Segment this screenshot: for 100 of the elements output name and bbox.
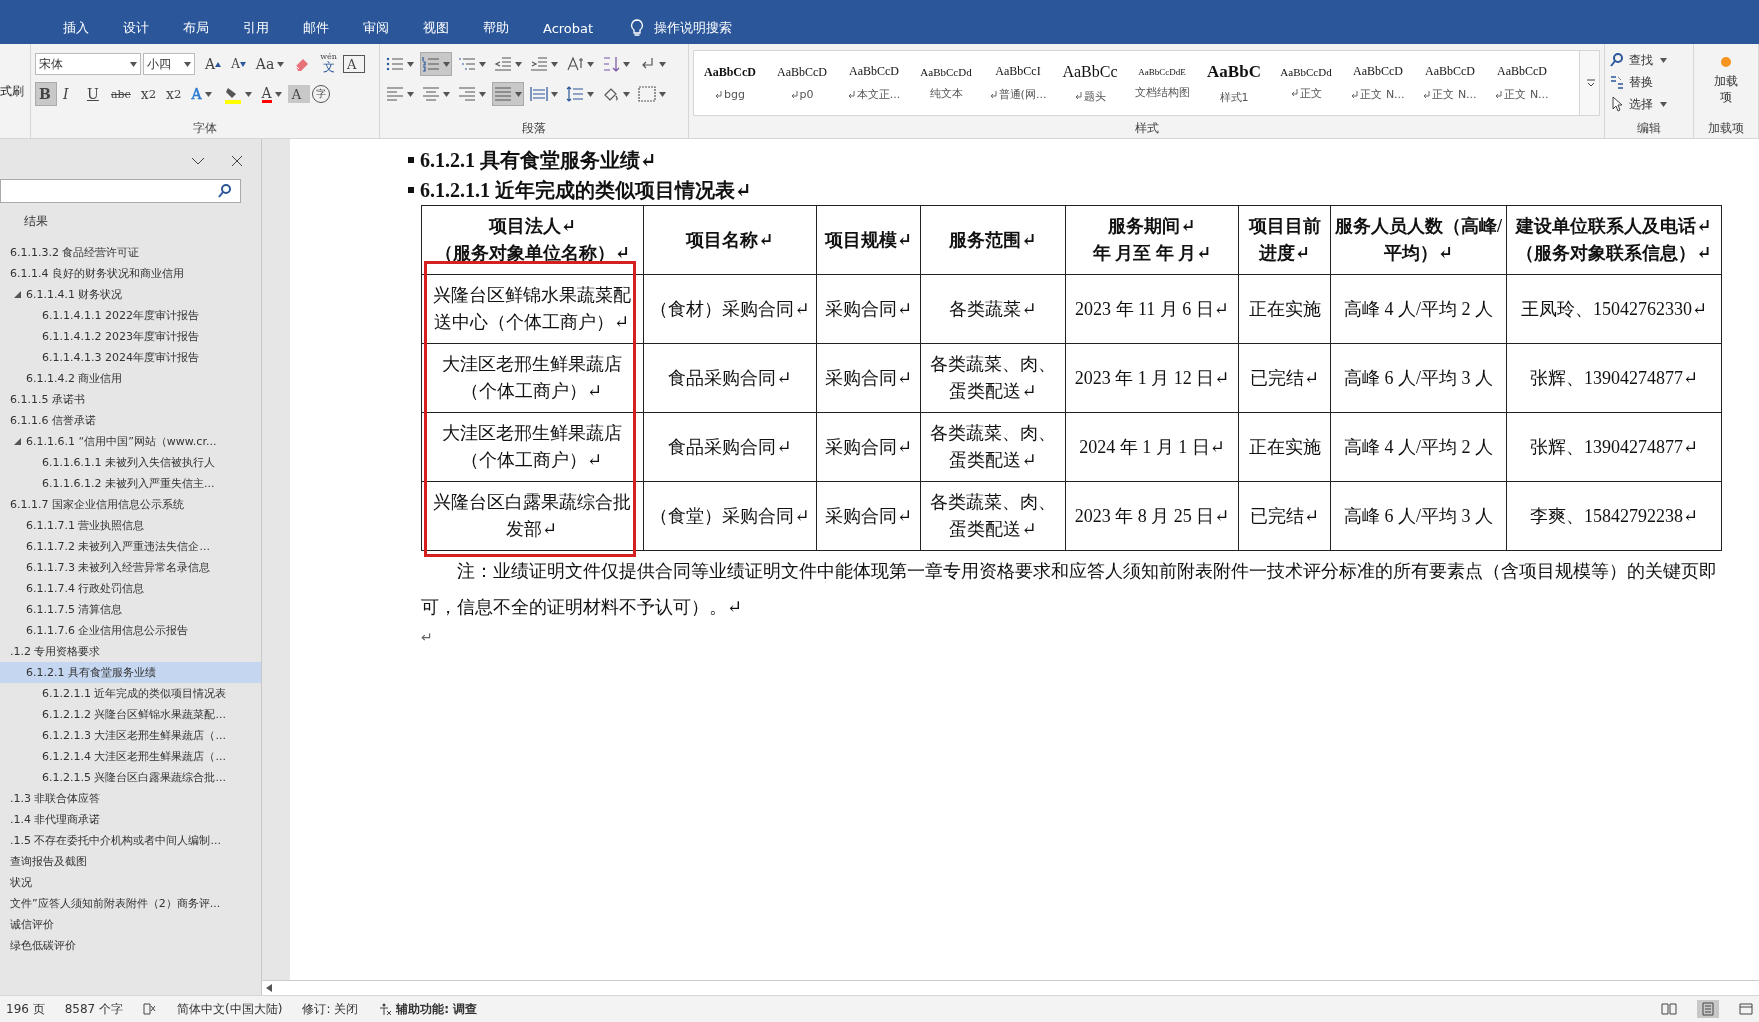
- replace-button[interactable]: 替换: [1609, 72, 1689, 92]
- nav-heading-item[interactable]: 6.1.1.4.1.1 2022年度审计报告: [0, 305, 261, 326]
- ribbon-tab[interactable]: 帮助: [466, 12, 526, 44]
- nav-heading-item[interactable]: 6.1.2.1.4 大洼区老邢生鲜果蔬店（...: [0, 746, 261, 767]
- nav-heading-item[interactable]: 6.1.1.6 信誉承诺: [0, 410, 261, 431]
- expanded-triangle-icon[interactable]: [14, 438, 21, 445]
- table-cell: 正在实施: [1248, 298, 1321, 319]
- results-tab[interactable]: 结果: [0, 203, 261, 242]
- word-count[interactable]: 8587 个字: [64, 1000, 124, 1018]
- page-count[interactable]: 196 页: [6, 1000, 45, 1018]
- proofing-icon[interactable]: [143, 1003, 158, 1015]
- ribbon-tab[interactable]: 插入: [46, 12, 106, 44]
- table-cell: 高峰 6 人/平均 3 人: [1344, 367, 1493, 388]
- nav-heading-item[interactable]: 6.1.1.6.1.2 未被列入严重失信主...: [0, 473, 261, 494]
- nav-heading-item[interactable]: .1.2 专用资格要求: [0, 641, 261, 662]
- read-mode-icon[interactable]: [1661, 1003, 1677, 1015]
- nav-heading-item[interactable]: 6.1.1.4.1.3 2024年度审计报告: [0, 347, 261, 368]
- nav-heading-item[interactable]: 6.1.1.6.1.1 未被列入失信被执行人: [0, 452, 261, 473]
- ribbon-tab[interactable]: 邮件: [286, 12, 346, 44]
- style-item[interactable]: AaBbCcDdE 文档结构图: [1126, 51, 1198, 115]
- web-layout-icon[interactable]: [1739, 1003, 1753, 1015]
- up-triangle-icon: [215, 61, 222, 67]
- ribbon-tab[interactable]: 视图: [406, 12, 466, 44]
- style-item[interactable]: AaBbCcD p0: [766, 51, 838, 115]
- nav-heading-item[interactable]: 6.1.1.4 良好的财务状况和商业信用: [0, 263, 261, 284]
- nav-heading-item[interactable]: 6.1.1.7.5 清算信息: [0, 599, 261, 620]
- character-shading-button[interactable]: A: [287, 85, 310, 103]
- horizontal-scrollbar[interactable]: [262, 980, 1759, 995]
- close-icon[interactable]: [231, 155, 243, 167]
- style-item[interactable]: AaBbCcD 正文 N...: [1486, 51, 1558, 115]
- nav-heading-item[interactable]: 6.1.1.4.1 财务状况: [0, 284, 261, 305]
- style-item[interactable]: AaBbCcI 普通(网...: [982, 51, 1054, 115]
- nav-heading-item[interactable]: 6.1.1.7 国家企业信用信息公示系统: [0, 494, 261, 515]
- table-cell: 采购合同↵: [824, 298, 913, 319]
- group-label: 编辑: [1636, 120, 1662, 137]
- chevron-down-icon[interactable]: [191, 156, 205, 166]
- format-button[interactable]: U: [83, 82, 105, 106]
- format-painter-label[interactable]: 式刷: [0, 82, 24, 100]
- select-button[interactable]: 选择: [1609, 94, 1689, 114]
- nav-heading-item[interactable]: 6.1.1.7.3 未被列入经营异常名录信息: [0, 557, 261, 578]
- nav-heading-item[interactable]: .1.4 非代理商承诺: [0, 809, 261, 830]
- accessibility-status[interactable]: 辅助功能: 调查: [378, 1000, 478, 1018]
- nav-heading-item[interactable]: 诚信评价: [0, 914, 261, 935]
- ribbon-tab[interactable]: 布局: [166, 12, 226, 44]
- nav-heading-item[interactable]: 6.1.1.6.1 “信用中国”网站（www.cr...: [0, 431, 261, 452]
- nav-heading-item[interactable]: 文件”应答人须知前附表附件（2）商务评...: [0, 893, 261, 914]
- format-button[interactable]: B: [35, 82, 57, 106]
- nav-heading-item[interactable]: 查询报告及截图: [0, 851, 261, 872]
- nav-heading-item[interactable]: 6.1.1.5 承诺书: [0, 389, 261, 410]
- find-button[interactable]: 查找: [1609, 50, 1689, 70]
- style-item[interactable]: AaBbCcD 正文 N...: [1342, 51, 1414, 115]
- numbering-button[interactable]: [420, 52, 452, 76]
- ribbon-tab[interactable]: 设计: [106, 12, 166, 44]
- style-item[interactable]: AaBbCcD 本文正...: [838, 51, 910, 115]
- nav-heading-item[interactable]: 6.1.1.7.1 营业执照信息: [0, 515, 261, 536]
- style-item[interactable]: AaBbCcDd 正文: [1270, 51, 1342, 115]
- format-button[interactable]: I: [59, 82, 81, 106]
- nav-heading-item[interactable]: .1.3 非联合体应答: [0, 788, 261, 809]
- nav-heading-item[interactable]: 6.1.2.1 具有食堂服务业绩: [0, 662, 261, 683]
- language-status[interactable]: 简体中文(中国大陆): [177, 1000, 283, 1018]
- nav-heading-item[interactable]: 6.1.2.1.5 兴隆台区白露果蔬综合批...: [0, 767, 261, 788]
- font-color-button[interactable]: A: [257, 82, 286, 106]
- style-item[interactable]: AaBbC 样式1: [1198, 51, 1270, 115]
- font-name-dropdown[interactable]: 宋体: [35, 53, 141, 75]
- change-case-button[interactable]: Aa: [251, 52, 289, 76]
- scroll-left-arrow-icon[interactable]: [266, 984, 272, 992]
- nav-heading-item[interactable]: 6.1.1.7.2 未被列入严重违法失信企...: [0, 536, 261, 557]
- nav-heading-item[interactable]: .1.5 不存在委托中介机构或者中间人编制...: [0, 830, 261, 851]
- ribbon-tab[interactable]: 引用: [226, 12, 286, 44]
- nav-heading-item[interactable]: 6.1.1.7.4 行政处罚信息: [0, 578, 261, 599]
- nav-heading-item[interactable]: 6.1.1.3.2 食品经营许可证: [0, 242, 261, 263]
- format-button[interactable]: abc: [107, 82, 135, 106]
- font-size-dropdown[interactable]: 小四: [143, 53, 195, 75]
- style-item[interactable]: AaBbCc 题头: [1054, 51, 1126, 115]
- nav-heading-item[interactable]: 6.1.1.7.6 企业信用信息公示报告: [0, 620, 261, 641]
- table-cell: 张辉、13904274877↵: [1529, 367, 1699, 388]
- phonetic-guide-button[interactable]: wén 文: [316, 52, 341, 76]
- table-cell: 2023 年 11 月 6 日↵: [1075, 298, 1229, 319]
- nav-heading-item[interactable]: 绿色低碳评价: [0, 935, 261, 956]
- style-item[interactable]: AaBbCcD bgg: [694, 51, 766, 115]
- grow-font-button[interactable]: A: [201, 52, 226, 76]
- tell-me-search[interactable]: 操作说明搜索: [630, 19, 733, 37]
- nav-heading-item[interactable]: 6.1.2.1.3 大洼区老邢生鲜果蔬店（...: [0, 725, 261, 746]
- style-item[interactable]: AaBbCcD 正文 N...: [1414, 51, 1486, 115]
- table-cell: 兴隆台区白露果蔬综合批发部↵: [432, 492, 631, 539]
- nav-heading-item[interactable]: 6.1.1.4.2 商业信用: [0, 368, 261, 389]
- nav-heading-item[interactable]: 6.1.2.1.1 近年完成的类似项目情况表: [0, 683, 261, 704]
- text-effects-button[interactable]: A: [187, 82, 216, 106]
- expanded-triangle-icon[interactable]: [14, 291, 21, 298]
- nav-heading-item[interactable]: 状况: [0, 872, 261, 893]
- track-changes-status[interactable]: 修订: 关闭: [302, 1000, 359, 1018]
- ribbon-tab[interactable]: Acrobat: [526, 12, 611, 44]
- nav-heading-item[interactable]: 6.1.1.4.1.2 2023年度审计报告: [0, 326, 261, 347]
- character-border-button[interactable]: A: [343, 55, 365, 73]
- shrink-font-button[interactable]: A: [227, 52, 250, 76]
- add-ins-button[interactable]: 加载项: [1698, 48, 1754, 120]
- search-field[interactable]: [0, 179, 241, 203]
- nav-heading-item[interactable]: 6.1.2.1.2 兴隆台区鲜锦水果蔬菜配...: [0, 704, 261, 725]
- ribbon-tab[interactable]: 审阅: [346, 12, 406, 44]
- style-item[interactable]: AaBbCcDd 纯文本: [910, 51, 982, 115]
